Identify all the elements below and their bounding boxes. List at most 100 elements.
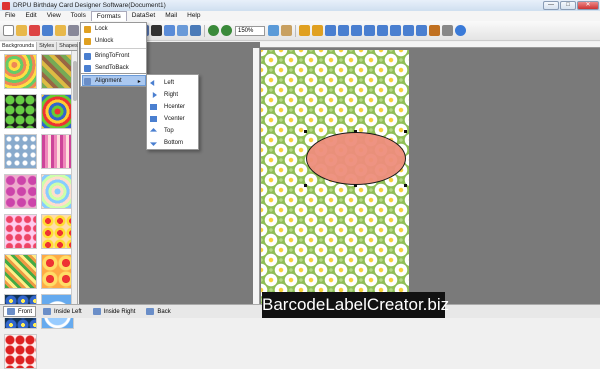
background-thumbnail[interactable] bbox=[4, 54, 37, 89]
menu-item-bring-to-front[interactable]: BringToFront bbox=[81, 50, 146, 62]
align-vcenter-item[interactable]: Vcenter bbox=[147, 113, 198, 125]
selection-handle[interactable] bbox=[404, 184, 407, 187]
submenu-arrow-icon: ▸ bbox=[137, 78, 141, 85]
barcode-icon[interactable] bbox=[151, 25, 162, 36]
hand-icon[interactable] bbox=[281, 25, 292, 36]
background-thumbnail[interactable] bbox=[41, 254, 74, 289]
tab-backgrounds[interactable]: Backgrounds bbox=[0, 42, 38, 50]
menu-item-unlock[interactable]: Unlock bbox=[81, 35, 146, 47]
toolbar-separator bbox=[204, 24, 205, 37]
inside-right-page-button[interactable]: Inside Right bbox=[89, 306, 140, 317]
background-thumbnail[interactable] bbox=[41, 214, 74, 249]
menu-mail[interactable]: Mail bbox=[160, 11, 182, 21]
align-top-icon[interactable] bbox=[403, 25, 414, 36]
settings-icon[interactable] bbox=[442, 25, 453, 36]
minimize-button[interactable]: — bbox=[543, 1, 559, 10]
menu-help[interactable]: Help bbox=[182, 11, 205, 21]
selection-handle[interactable] bbox=[404, 130, 407, 133]
align-right-item[interactable]: Right bbox=[147, 89, 198, 101]
open-icon[interactable] bbox=[16, 25, 27, 36]
submenu-label: Right bbox=[164, 92, 179, 98]
selection-handle[interactable] bbox=[304, 130, 307, 133]
menu-item-lock[interactable]: Lock bbox=[81, 23, 146, 35]
align-hcenter-item[interactable]: Hcenter bbox=[147, 101, 198, 113]
alignment-row-content: Alignment ▸ bbox=[81, 75, 141, 87]
selection-handle[interactable] bbox=[354, 184, 357, 187]
send-back-icon bbox=[84, 64, 91, 72]
window-title: DRPU Birthday Card Designer Software(Doc… bbox=[13, 2, 166, 9]
menu-edit[interactable]: Edit bbox=[20, 11, 41, 21]
horizontal-ruler bbox=[260, 42, 600, 48]
selection-handle[interactable] bbox=[354, 130, 357, 133]
background-thumbnail[interactable] bbox=[41, 174, 74, 209]
save-icon[interactable] bbox=[42, 25, 53, 36]
formats-menu: Lock Unlock BringToFront SendToBack bbox=[80, 22, 147, 74]
align-right-icon[interactable] bbox=[364, 25, 375, 36]
background-thumbnail[interactable] bbox=[41, 94, 74, 129]
selection-handle[interactable] bbox=[304, 184, 307, 187]
tab-shapes[interactable]: Shapes bbox=[57, 42, 81, 50]
background-thumbnail[interactable] bbox=[4, 254, 37, 289]
background-thumbnail[interactable] bbox=[4, 214, 37, 249]
zoom-level-field[interactable]: 150% bbox=[235, 25, 265, 36]
background-thumbnail[interactable] bbox=[41, 134, 74, 169]
back-page-button[interactable]: Back bbox=[142, 306, 174, 317]
title-bar: DRPU Birthday Card Designer Software(Doc… bbox=[0, 0, 600, 11]
unlock-icon[interactable] bbox=[312, 25, 323, 36]
table-icon[interactable] bbox=[164, 25, 175, 36]
help-icon[interactable] bbox=[455, 25, 466, 36]
close-button[interactable]: ✕ bbox=[577, 1, 599, 10]
background-thumbnail[interactable] bbox=[4, 94, 37, 129]
submenu-label: Bottom bbox=[164, 140, 184, 146]
menu-view[interactable]: View bbox=[42, 11, 66, 21]
align-right-icon bbox=[152, 92, 157, 98]
submenu-label: Left bbox=[164, 80, 175, 86]
maximize-button[interactable]: □ bbox=[560, 1, 576, 10]
menu-bar: File Edit View Tools Formats DataSet Mai… bbox=[0, 11, 600, 21]
background-thumbnail[interactable] bbox=[4, 334, 37, 369]
align-top-item[interactable]: Top bbox=[147, 125, 198, 137]
zoom-fit-icon[interactable] bbox=[268, 25, 279, 36]
crop-icon[interactable] bbox=[190, 25, 201, 36]
alignment-submenu: Left Right Hcenter Vcenter Top Bottom bbox=[146, 74, 199, 150]
lock-icon bbox=[84, 25, 91, 33]
front-page-button[interactable]: Front bbox=[3, 306, 37, 317]
inside-left-page-button[interactable]: Inside Left bbox=[39, 306, 86, 317]
folder-icon[interactable] bbox=[55, 25, 66, 36]
align-hcenter-icon[interactable] bbox=[377, 25, 388, 36]
align-bottom-icon[interactable] bbox=[416, 25, 427, 36]
align-left-icon[interactable] bbox=[351, 25, 362, 36]
page-label: Inside Right bbox=[103, 308, 136, 315]
pen-icon[interactable] bbox=[429, 25, 440, 36]
menu-dataset[interactable]: DataSet bbox=[127, 11, 161, 21]
scrollbar-thumb[interactable] bbox=[73, 61, 77, 101]
layout-icon[interactable] bbox=[177, 25, 188, 36]
print-icon[interactable] bbox=[68, 25, 79, 36]
menu-file[interactable]: File bbox=[0, 11, 20, 21]
bring-front-icon[interactable] bbox=[325, 25, 336, 36]
panel-scrollbar[interactable] bbox=[71, 51, 77, 304]
send-back-icon[interactable] bbox=[338, 25, 349, 36]
align-left-item[interactable]: Left bbox=[147, 77, 198, 89]
background-thumbnail[interactable] bbox=[41, 54, 74, 89]
ellipse-shape[interactable] bbox=[306, 132, 406, 185]
background-thumbnail[interactable] bbox=[4, 174, 37, 209]
align-bottom-item[interactable]: Bottom bbox=[147, 137, 198, 149]
submenu-label: Vcenter bbox=[164, 116, 185, 122]
formats-menu-alignment-row: Alignment ▸ bbox=[80, 73, 147, 87]
zoom-out-icon[interactable] bbox=[221, 25, 232, 36]
app-icon bbox=[2, 1, 10, 10]
align-vcenter-icon[interactable] bbox=[390, 25, 401, 36]
page-label: Front bbox=[18, 308, 33, 315]
backgrounds-panel: Backgrounds Styles Shapes I bbox=[0, 42, 88, 369]
background-thumbnail[interactable] bbox=[4, 134, 37, 169]
menu-formats[interactable]: Formats bbox=[90, 11, 127, 21]
tab-styles[interactable]: Styles bbox=[37, 42, 58, 50]
align-left-icon bbox=[150, 80, 155, 86]
delete-icon[interactable] bbox=[29, 25, 40, 36]
new-icon[interactable] bbox=[3, 25, 14, 36]
page-icon bbox=[43, 308, 52, 315]
zoom-in-icon[interactable] bbox=[208, 25, 219, 36]
lock-icon[interactable] bbox=[299, 25, 310, 36]
menu-tools[interactable]: Tools bbox=[66, 11, 91, 21]
